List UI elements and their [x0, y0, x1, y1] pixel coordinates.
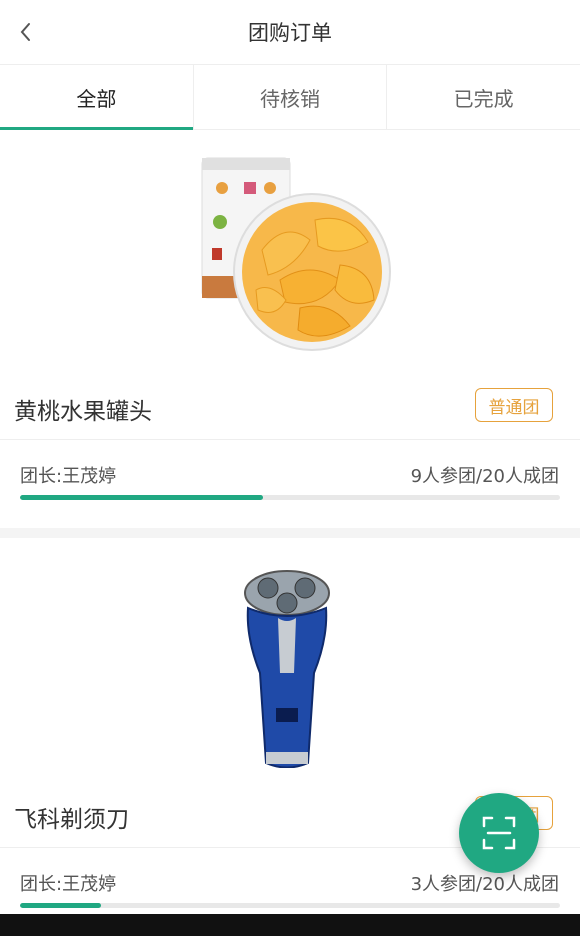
- scan-button[interactable]: [459, 793, 539, 873]
- card-separator: [0, 528, 580, 538]
- group-progress-bar: [20, 495, 560, 500]
- tab-completed[interactable]: 已完成: [387, 65, 580, 129]
- electric-shaver-image: [244, 570, 330, 768]
- group-leader: 团长:王茂婷: [20, 466, 117, 487]
- group-progress-fill: [20, 903, 101, 908]
- order-card[interactable]: 飞科剃须刀 普通团 团长:王茂婷 3人参团/20人成团: [0, 538, 580, 936]
- product-name: 飞科剃须刀: [14, 807, 129, 833]
- system-navigation-bar: [0, 914, 580, 936]
- product-name: 黄桃水果罐头: [14, 399, 152, 425]
- canned-peach-image: [201, 157, 391, 351]
- group-progress-bar: [20, 903, 560, 908]
- order-card[interactable]: 黄桃水果罐头 普通团 团长:王茂婷 9人参团/20人成团: [0, 130, 580, 528]
- group-progress-fill: [20, 495, 263, 500]
- tab-bar: 全部 待核销 已完成: [0, 65, 580, 130]
- scan-icon: [482, 816, 516, 850]
- page-title: 团购订单: [248, 21, 332, 45]
- group-progress-text: 3人参团/20人成团: [410, 874, 559, 895]
- navigation-bar: 团购订单: [0, 0, 580, 65]
- divider: [0, 439, 580, 440]
- group-type-badge: 普通团: [475, 388, 553, 422]
- tab-pending[interactable]: 待核销: [194, 65, 388, 129]
- group-progress-text: 9人参团/20人成团: [410, 466, 559, 487]
- tab-all[interactable]: 全部: [0, 65, 194, 130]
- group-leader: 团长:王茂婷: [20, 874, 117, 895]
